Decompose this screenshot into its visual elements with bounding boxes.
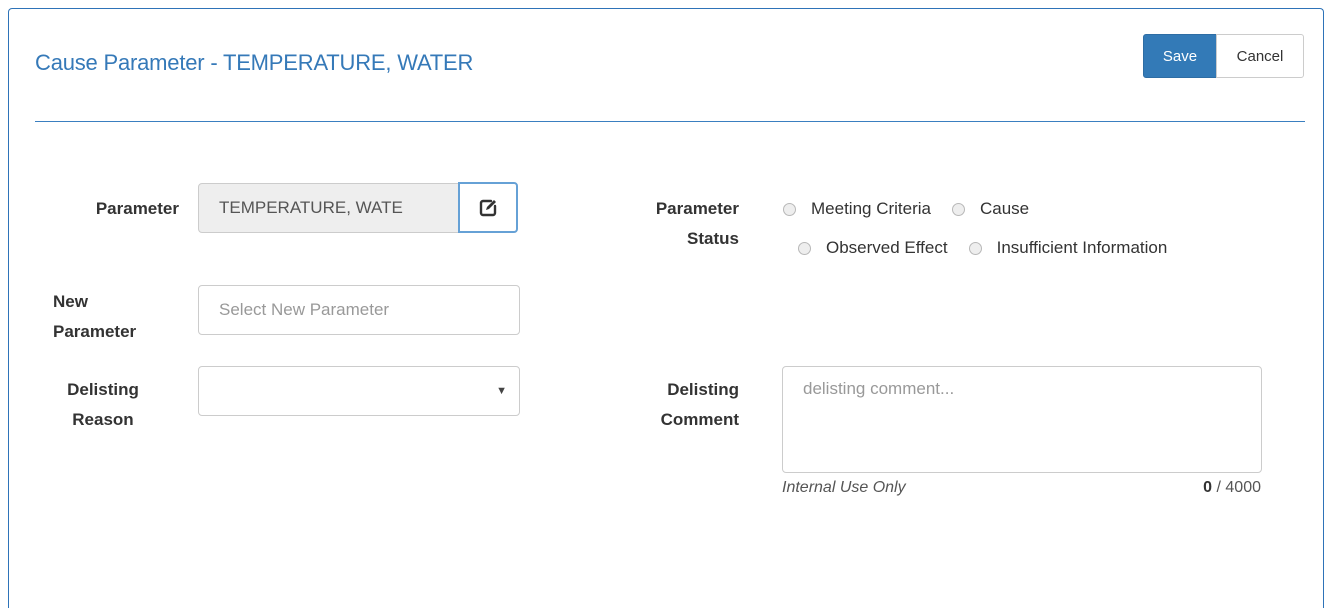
delisting-reason-select[interactable]: ▼	[198, 366, 520, 416]
delisting-comment-label: Delisting Comment	[619, 375, 739, 435]
parameter-status-label-line1: Parameter	[655, 199, 739, 218]
radio-meeting-criteria[interactable]: Meeting Criteria	[783, 199, 931, 219]
page-title: Cause Parameter - TEMPERATURE, WATER	[35, 50, 474, 75]
radio-button[interactable]	[968, 241, 982, 255]
new-parameter-input[interactable]: Select New Parameter	[198, 285, 520, 335]
cause-parameter-panel: Cause Parameter - TEMPERATURE, WATER Sav…	[8, 8, 1324, 608]
internal-use-note: Internal Use Only	[782, 479, 906, 496]
new-parameter-label: New Parameter	[53, 287, 173, 347]
parameter-status-row-2: Observed Effect Insufficient Information	[798, 238, 1188, 258]
delisting-comment-label-line2: Comment	[660, 410, 739, 429]
delisting-reason-label-line2: Reason	[72, 410, 134, 429]
cancel-button[interactable]: Cancel	[1216, 34, 1304, 78]
radio-cause[interactable]: Cause	[952, 199, 1029, 219]
parameter-label: Parameter	[95, 199, 179, 218]
delisting-comment-textarea[interactable]: delisting comment...	[782, 366, 1262, 473]
character-counter: 0 / 4000	[1179, 479, 1261, 497]
delisting-comment-label-line1: Delisting	[667, 380, 739, 399]
edit-parameter-button[interactable]	[458, 182, 518, 233]
new-parameter-placeholder: Select New Parameter	[219, 300, 390, 319]
save-button[interactable]: Save	[1143, 34, 1217, 78]
new-parameter-label-line1: New	[53, 292, 88, 311]
parameter-status-label-line2: Status	[687, 229, 739, 248]
radio-label: Insufficient Information	[996, 238, 1168, 257]
delisting-comment-placeholder: delisting comment...	[803, 379, 955, 398]
parameter-value: TEMPERATURE, WATE	[219, 198, 403, 217]
radio-button[interactable]	[798, 241, 811, 255]
parameter-field: TEMPERATURE, WATE	[198, 183, 460, 233]
radio-observed-effect[interactable]: Observed Effect	[798, 238, 948, 258]
character-count: 0	[1203, 479, 1213, 496]
parameter-status-label: Parameter Status	[619, 194, 739, 254]
radio-label: Meeting Criteria	[811, 199, 931, 218]
delisting-reason-label: Delisting Reason	[53, 375, 153, 435]
character-max: / 4000	[1216, 479, 1261, 496]
radio-insufficient-information[interactable]: Insufficient Information	[968, 238, 1168, 258]
edit-icon	[479, 199, 497, 216]
parameter-status-row-1: Meeting Criteria Cause	[783, 199, 1050, 219]
delisting-reason-label-line1: Delisting	[67, 380, 139, 399]
header-divider	[35, 121, 1305, 122]
dropdown-caret-icon: ▼	[496, 385, 507, 397]
radio-button[interactable]	[783, 202, 796, 216]
new-parameter-label-line2: Parameter	[53, 322, 137, 341]
radio-label: Cause	[980, 199, 1030, 218]
radio-button[interactable]	[952, 202, 965, 216]
radio-label: Observed Effect	[826, 238, 948, 257]
